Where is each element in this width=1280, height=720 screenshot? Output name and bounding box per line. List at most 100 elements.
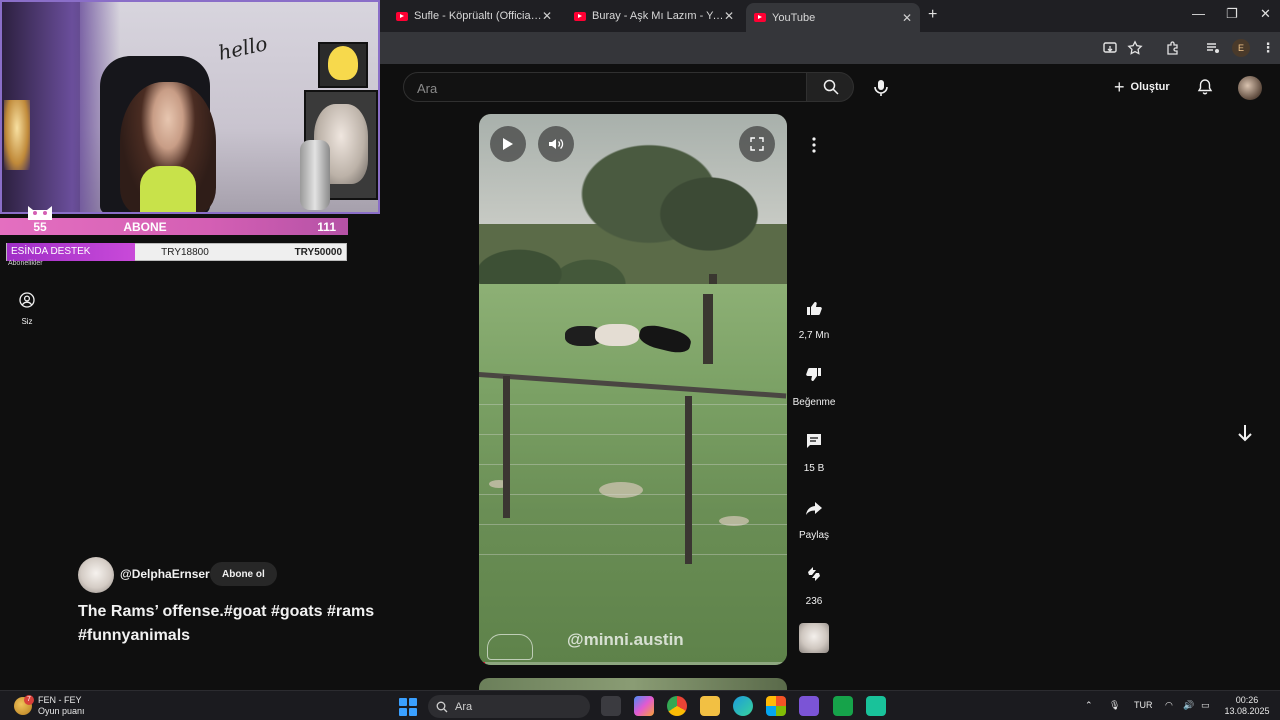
kebab-menu-icon[interactable]: ⋮ [1260,40,1276,56]
youtube-favicon-icon [396,11,408,21]
volume-icon [549,139,564,149]
play-button[interactable] [490,126,526,162]
media-controls-icon[interactable] [1205,40,1221,56]
wifi-icon[interactable]: ◠ [1165,700,1173,711]
thumbs-down-icon [806,368,821,381]
search-icon [436,701,448,712]
tab-label: Buray - Aşk Mı Lazım - YouTube [592,10,724,22]
tab-label: YouTube [772,11,816,24]
subscribe-button[interactable]: Abone ol [210,562,277,586]
more-options-icon[interactable] [803,134,825,156]
close-tab-icon[interactable]: ✕ [542,9,552,23]
channel-avatar[interactable] [78,557,114,593]
copilot-icon[interactable] [634,696,654,716]
tab-sufle[interactable]: Sufle - Köprüaltı (Official Video) ✕ [388,4,560,28]
extensions-puzzle-icon[interactable] [1165,40,1181,56]
microphone-icon[interactable] [868,75,894,101]
taskbar-search-placeholder: Ara [455,700,473,713]
sidebar-item-label: Siz [21,317,33,326]
dislike-button[interactable]: Beğenme [790,355,838,408]
account-avatar[interactable] [1238,76,1262,100]
like-button[interactable]: 2,7 Mn [790,288,838,341]
widget-icon: 7 [14,695,34,715]
sidebar-subscriptions-label: Abonelikler [8,260,43,267]
donation-goal-bar: ESİNDA DESTEK TRY18800 TRY50000 [6,243,347,261]
youtube-favicon-icon [574,11,586,21]
donation-goal: TRY50000 [294,246,342,258]
donation-current: TRY18800 [161,246,209,258]
comment-icon [807,434,821,448]
comments-button[interactable]: 15 B [790,421,838,474]
windows-start-icon[interactable] [399,698,417,716]
search-icon [823,79,839,95]
new-tab-icon[interactable]: + [928,6,937,24]
fullscreen-icon [750,137,764,151]
system-clock[interactable]: 00:26 13.08.2025 [1222,695,1272,717]
volume-button[interactable] [538,126,574,162]
create-button[interactable]: + Oluştur [1114,76,1170,98]
close-window-icon[interactable]: ✕ [1260,6,1271,22]
input-language[interactable]: TUR [1134,700,1153,710]
app-icon[interactable] [866,696,886,716]
tab-youtube[interactable]: YouTube ✕ [746,3,920,32]
notifications-bell-icon[interactable] [1196,78,1214,96]
xbox-icon[interactable] [833,696,853,716]
webcam-overlay: hello [0,0,380,214]
progress-fill [479,662,486,665]
widget-title: FEN - FEY [38,695,82,705]
edge-icon[interactable] [733,696,753,716]
clock-date: 13.08.2025 [1224,706,1270,716]
widget-badge: 7 [24,695,34,705]
sound-channel-thumbnail[interactable] [799,623,829,653]
thumbs-up-icon [807,302,822,315]
cat-mascot-icon [28,206,52,220]
video-progress-bar[interactable] [479,662,787,665]
tab-label: Sufle - Köprüaltı (Official Video) [414,10,542,22]
fullscreen-button[interactable] [739,126,775,162]
comment-count: 15 B [803,463,825,474]
remix-button[interactable]: 236 [790,554,838,607]
dislike-label: Beğenme [792,397,836,408]
studio-microphone-image [300,140,330,210]
video-title: The Rams’ offense.#goat #goats #rams #fu… [78,603,375,644]
create-label: Oluştur [1130,81,1170,93]
search-button[interactable] [806,72,854,102]
fence-post-image [503,376,510,518]
share-button[interactable]: Paylaş [790,488,838,541]
close-tab-icon[interactable]: ✕ [902,11,912,25]
tray-microphone-icon[interactable]: 🎙 [1109,700,1120,711]
app-icon[interactable] [799,696,819,716]
tab-buray[interactable]: Buray - Aşk Mı Lazım - YouTube ✕ [566,4,742,28]
file-explorer-icon[interactable] [700,696,720,716]
battery-icon[interactable]: ▭ [1201,700,1210,711]
next-video-arrow-icon[interactable] [1234,422,1256,444]
microsoft-store-icon[interactable] [766,696,786,716]
fence-post-image [685,396,692,564]
clock-time: 00:26 [1235,695,1259,705]
bookmark-star-icon[interactable] [1127,40,1143,56]
remix-count: 236 [805,596,823,607]
minimize-icon[interactable]: — [1192,6,1205,21]
lamp-image [4,100,30,170]
search-input[interactable] [417,79,787,97]
search-box [403,72,807,102]
install-app-icon[interactable] [1102,40,1118,56]
donation-label: ESİNDA DESTEK [7,243,135,261]
taskbar-search[interactable]: Ara [428,695,590,718]
screen: Sufle - Köprüaltı (Official Video) ✕ Bur… [0,0,1280,720]
plus-icon: + [1114,76,1125,97]
tray-overflow-icon[interactable]: ⌃ [1085,700,1093,711]
play-icon [503,138,513,150]
task-view-icon[interactable] [601,696,621,716]
chrome-icon[interactable] [667,696,687,716]
profile-avatar[interactable]: E [1232,39,1250,57]
restore-icon[interactable]: ❐ [1226,6,1238,22]
widget-subtitle: Oyun puanı [38,706,85,716]
sidebar-item-you[interactable]: Siz [14,292,40,326]
channel-name[interactable]: @DelphaErnser [120,567,210,581]
speaker-icon[interactable]: 🔊 [1183,700,1194,711]
close-tab-icon[interactable]: ✕ [724,9,734,23]
video-watermark: @minni.austin [567,630,684,649]
taskbar-widget[interactable]: 7 FEN - FEY Oyun puanı [14,695,85,717]
shorts-video-player[interactable]: @minni.austin [479,114,787,665]
